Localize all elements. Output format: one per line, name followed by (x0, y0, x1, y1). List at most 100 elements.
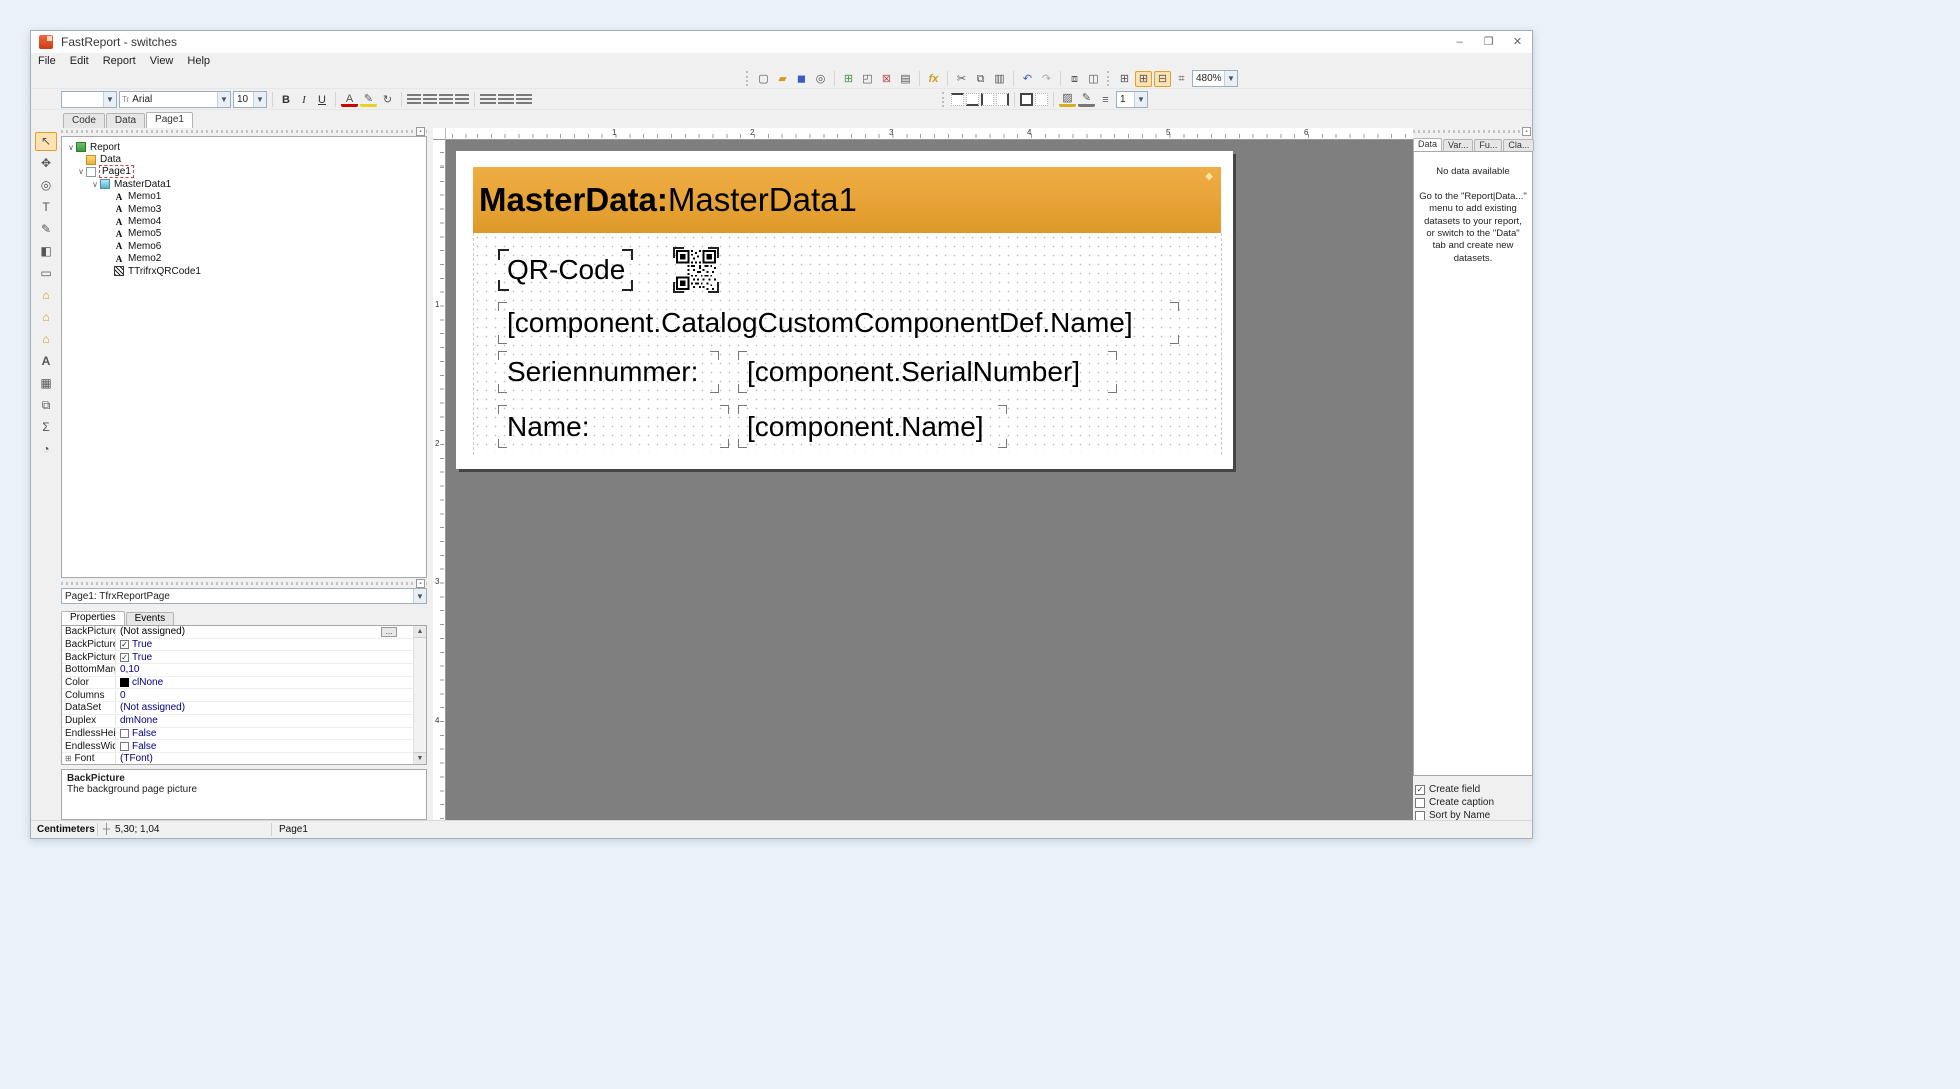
save-icon[interactable]: ◼ (793, 71, 810, 87)
tab-properties[interactable]: Properties (61, 611, 125, 625)
underline-button[interactable]: U (314, 94, 330, 106)
paste-icon[interactable]: ▥ (991, 71, 1008, 87)
tree-node-masterdata1[interactable]: ∨ MasterData1 (62, 178, 426, 190)
memo-catalog-name[interactable]: [component.CatalogCustomComponentDef.Nam… (498, 302, 1179, 344)
text-object-icon[interactable]: A (35, 352, 57, 371)
frame-width-combobox[interactable]: 1 ▼ (1116, 91, 1148, 108)
menu-report[interactable]: Report (96, 55, 143, 67)
font-size-combobox[interactable]: 10 ▼ (233, 91, 267, 108)
highlight-icon[interactable]: ✎ (360, 93, 377, 107)
tree-node-memo1[interactable]: A Memo1 (62, 191, 426, 203)
text-tool-icon[interactable]: T (35, 198, 57, 217)
frame-top-icon[interactable] (951, 93, 964, 106)
new-page-icon[interactable]: ⊞ (840, 71, 857, 87)
checkbox-unchecked-icon[interactable] (1415, 798, 1425, 808)
checkbox-unchecked-icon[interactable] (1415, 811, 1425, 821)
format-copy-tool-icon[interactable]: ✎ (35, 220, 57, 239)
menu-edit[interactable]: Edit (63, 55, 96, 67)
group-icon[interactable]: ⧈ (1066, 71, 1083, 87)
cut-icon[interactable]: ✂ (953, 71, 970, 87)
new-dialog-icon[interactable]: ◰ (859, 71, 876, 87)
memo-component-name[interactable]: [component.Name] (738, 405, 1007, 448)
align-right-icon[interactable] (439, 94, 453, 105)
tab-data[interactable]: Data (106, 113, 145, 128)
variables-icon[interactable]: fx (925, 71, 942, 87)
picture-object-icon[interactable]: ▦ (35, 374, 57, 393)
fill-color-icon[interactable]: ▨ (1059, 93, 1076, 107)
tab-data-panel[interactable]: Data (1413, 138, 1442, 151)
chevron-down-icon[interactable]: ∨ (66, 143, 76, 152)
property-row-columns[interactable]: Columns 0 (62, 689, 413, 702)
tree-node-memo4[interactable]: A Memo4 (62, 215, 426, 227)
preview-icon[interactable]: ◎ (812, 71, 829, 87)
property-row-endlesswidth[interactable]: EndlessWidth False (62, 740, 413, 753)
tree-node-qrcode[interactable]: TTrifrxQRCode1 (62, 265, 426, 277)
property-row-backpicture[interactable]: BackPicture (Not assigned) ... (62, 626, 413, 639)
subreport-object-icon[interactable]: ⧉ (35, 396, 57, 415)
frame-color-icon[interactable]: ✎ (1078, 93, 1095, 107)
property-row-backpicturevisible[interactable]: BackPictureVi ✓True (62, 651, 413, 664)
align-to-grid-icon[interactable]: ⊞ (1135, 71, 1152, 87)
property-row-dataset[interactable]: DataSet (Not assigned) (62, 702, 413, 715)
snap-to-grid-icon[interactable]: ⊟ (1154, 71, 1171, 87)
close-button[interactable]: ✕ (1503, 32, 1532, 52)
vertical-ruler[interactable]: 1 2 3 4 (433, 140, 446, 820)
delete-page-icon[interactable]: ⊠ (878, 71, 895, 87)
frame-style-icon[interactable]: ≡ (1097, 92, 1114, 108)
property-row-font[interactable]: ⊞ Font (TFont) (62, 753, 413, 765)
tab-page1[interactable]: Page1 (146, 112, 193, 128)
expand-icon[interactable]: ⊞ (65, 754, 72, 763)
page-settings-icon[interactable]: ▤ (897, 71, 914, 87)
align-middle-icon[interactable] (498, 94, 514, 105)
checkbox-unchecked-icon[interactable] (120, 742, 129, 751)
tree-node-memo6[interactable]: A Memo6 (62, 240, 426, 252)
design-canvas[interactable]: MasterData: MasterData1 ◆ QR-Code (446, 140, 1413, 820)
property-row-backpictureprintable[interactable]: BackPictureP ✓True (62, 639, 413, 652)
panel-menu-icon[interactable]: ▪ (416, 579, 425, 588)
property-grid-scrollbar[interactable]: ▲ ▼ (413, 626, 426, 764)
panel-gripper[interactable]: ▪ (1413, 128, 1533, 135)
frame-bottom-icon[interactable] (966, 93, 979, 106)
scroll-up-icon[interactable]: ▲ (414, 626, 426, 638)
tab-classes[interactable]: Cla... (1503, 139, 1534, 151)
ungroup-icon[interactable]: ◫ (1085, 71, 1102, 87)
toolbar-gripper[interactable] (942, 92, 946, 107)
toolbar-gripper[interactable] (1107, 71, 1111, 86)
memo-serial-label[interactable]: Seriennummer: (498, 351, 719, 393)
sum-object-icon[interactable]: Σ (35, 418, 57, 437)
minimize-button[interactable]: – (1445, 32, 1474, 52)
object-selector-combobox[interactable]: Page1: TfrxReportPage ▼ (61, 588, 427, 604)
font-color-icon[interactable]: A (341, 93, 358, 107)
zoom-tool-icon[interactable]: ◎ (35, 176, 57, 195)
redo-icon[interactable]: ↷ (1038, 71, 1055, 87)
memo-qr-label[interactable]: QR-Code (498, 249, 633, 291)
menu-view[interactable]: View (143, 55, 181, 67)
bold-button[interactable]: B (278, 94, 294, 106)
italic-button[interactable]: I (296, 94, 312, 106)
tab-code[interactable]: Code (63, 113, 105, 128)
rectangle-tool-icon[interactable]: ▭ (35, 264, 57, 283)
units-icon[interactable]: ⌗ (1173, 71, 1190, 87)
tree-node-report[interactable]: ∨ Report (62, 141, 426, 153)
frame-left-icon[interactable] (981, 93, 994, 106)
new-report-icon[interactable]: ▢ (755, 71, 772, 87)
tree-node-memo5[interactable]: A Memo5 (62, 228, 426, 240)
tree-node-data[interactable]: Data (62, 153, 426, 165)
memo-serial-number[interactable]: [component.SerialNumber] (738, 351, 1117, 393)
undo-icon[interactable]: ↶ (1019, 71, 1036, 87)
tree-node-memo2[interactable]: A Memo2 (62, 253, 426, 265)
checkbox-checked-icon[interactable]: ✓ (120, 640, 129, 649)
tab-variables[interactable]: Var... (1443, 139, 1473, 151)
zoom-combobox[interactable]: 480% ▼ (1192, 70, 1238, 87)
font-name-combobox[interactable]: Tr Arial ▼ (119, 91, 231, 108)
create-field-option[interactable]: ✓ Create field (1415, 784, 1480, 795)
panel-menu-icon[interactable]: ▪ (1522, 127, 1531, 136)
checkbox-checked-icon[interactable]: ✓ (1415, 785, 1425, 795)
create-caption-option[interactable]: Create caption (1415, 797, 1494, 808)
checkbox-checked-icon[interactable]: ✓ (120, 653, 129, 662)
panel-menu-icon[interactable]: ▪ (416, 127, 425, 136)
property-row-duplex[interactable]: Duplex dmNone (62, 715, 413, 728)
align-left-icon[interactable] (407, 94, 421, 105)
panel-gripper[interactable]: ▪ (61, 580, 427, 587)
tree-node-page1[interactable]: ∨ Page1 (62, 166, 426, 178)
